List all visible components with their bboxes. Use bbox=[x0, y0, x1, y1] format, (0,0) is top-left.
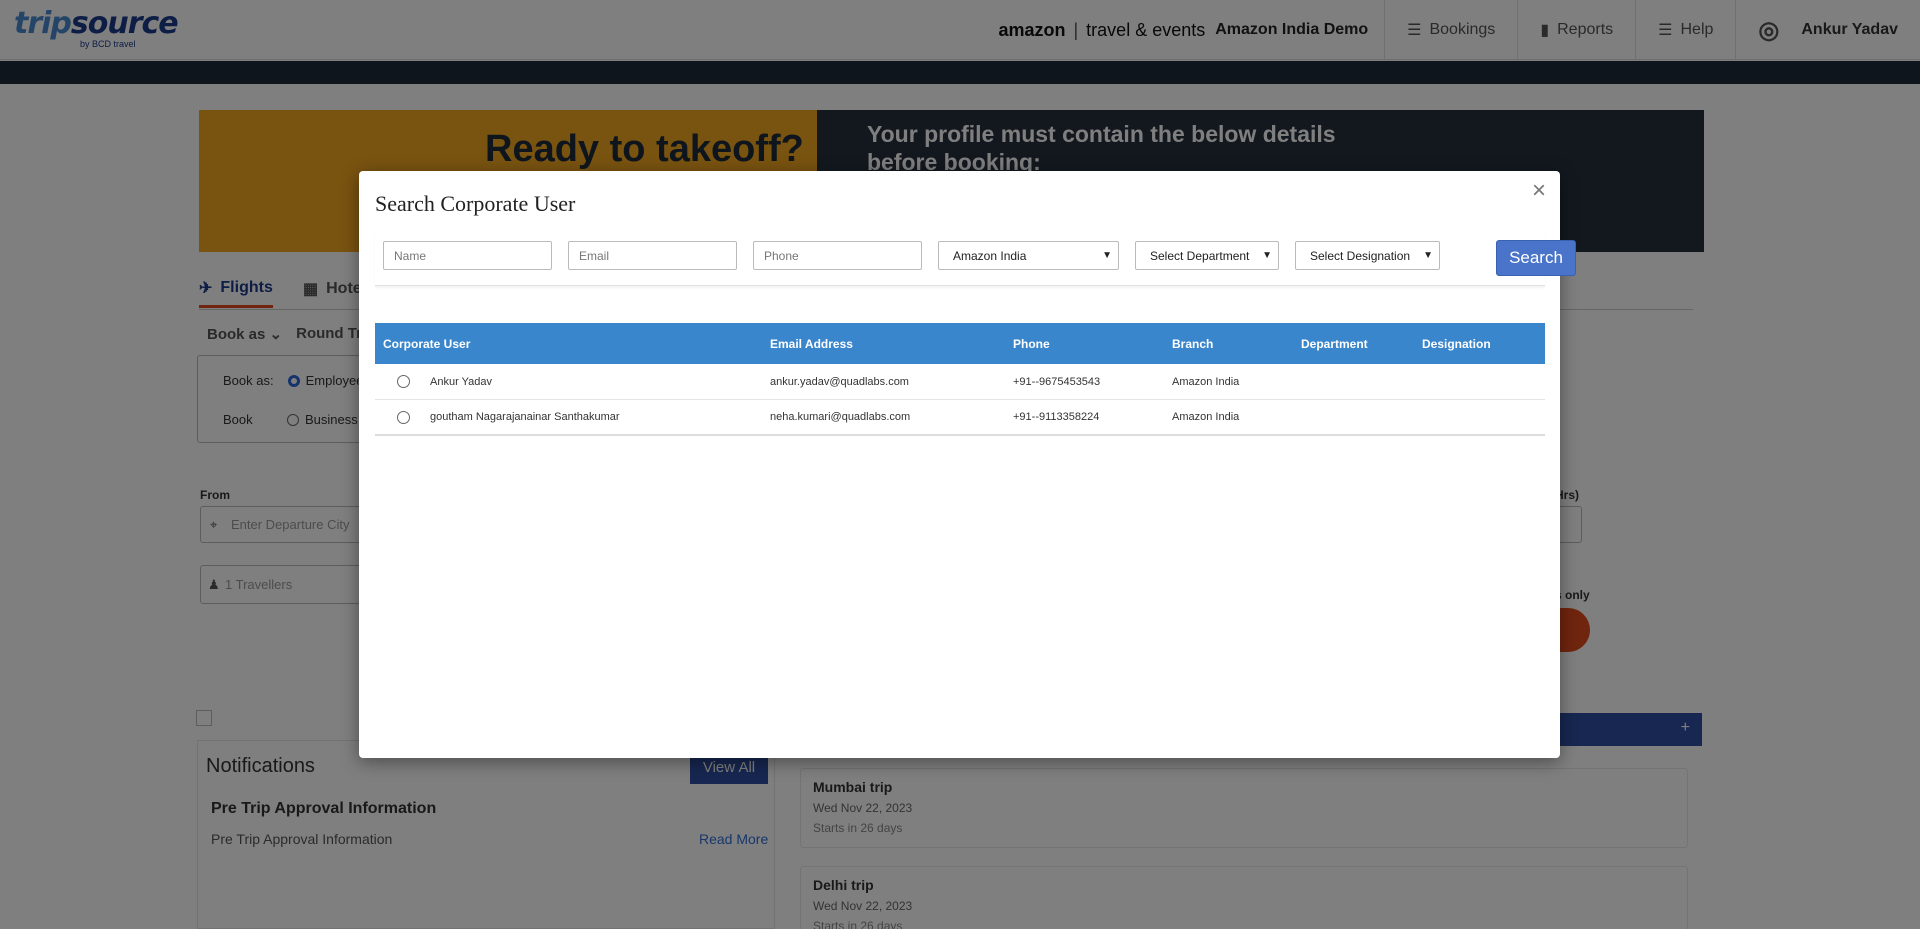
email-cell: ankur.yadav@quadlabs.com bbox=[770, 375, 909, 388]
name-input[interactable] bbox=[383, 241, 552, 270]
filter-row: Amazon India ▼ Select Department ▼ Selec… bbox=[375, 231, 1576, 286]
users-table: Corporate User Email Address Phone Branc… bbox=[375, 323, 1545, 436]
designation-select-value: Select Designation bbox=[1310, 248, 1411, 263]
column-email: Email Address bbox=[770, 336, 853, 351]
select-user-radio[interactable] bbox=[397, 410, 410, 424]
column-branch: Branch bbox=[1172, 336, 1214, 351]
user-cell: Ankur Yadav bbox=[375, 375, 764, 388]
branch-select[interactable]: Amazon India ▼ bbox=[938, 241, 1119, 270]
close-icon[interactable]: × bbox=[1532, 179, 1546, 203]
department-select[interactable]: Select Department ▼ bbox=[1135, 241, 1279, 270]
modal-title: Search Corporate User bbox=[375, 191, 576, 216]
email-input[interactable] bbox=[568, 241, 737, 270]
designation-select[interactable]: Select Designation ▼ bbox=[1295, 241, 1440, 270]
user-cell: goutham Nagarajanainar Santhakumar bbox=[375, 410, 764, 424]
column-phone: Phone bbox=[1013, 336, 1050, 351]
table-row[interactable]: goutham Nagarajanainar Santhakumar neha.… bbox=[375, 400, 1545, 436]
phone-cell: +91--9113358224 bbox=[1013, 411, 1100, 423]
table-header: Corporate User Email Address Phone Branc… bbox=[375, 323, 1545, 364]
chevron-down-icon: ▼ bbox=[1102, 250, 1112, 261]
chevron-down-icon: ▼ bbox=[1262, 250, 1272, 261]
user-name-cell: goutham Nagarajanainar Santhakumar bbox=[430, 411, 620, 423]
chevron-down-icon: ▼ bbox=[1423, 250, 1433, 261]
branch-cell: Amazon India bbox=[1172, 375, 1240, 388]
column-department: Department bbox=[1301, 336, 1368, 351]
column-corporate-user: Corporate User bbox=[383, 336, 471, 351]
phone-cell: +91--9675453543 bbox=[1013, 375, 1101, 388]
select-user-radio[interactable] bbox=[397, 375, 410, 388]
search-button[interactable]: Search bbox=[1496, 240, 1576, 276]
phone-input[interactable] bbox=[753, 241, 922, 270]
department-select-value: Select Department bbox=[1150, 248, 1250, 263]
email-cell: neha.kumari@quadlabs.com bbox=[770, 411, 911, 423]
table-row[interactable]: Ankur Yadav ankur.yadav@quadlabs.com +91… bbox=[375, 364, 1545, 400]
branch-select-value: Amazon India bbox=[953, 248, 1027, 263]
user-name-cell: Ankur Yadav bbox=[430, 375, 492, 388]
branch-cell: Amazon India bbox=[1172, 411, 1240, 423]
column-designation: Designation bbox=[1422, 336, 1491, 351]
search-corporate-user-modal: Search Corporate User × Amazon India ▼ S… bbox=[359, 171, 1576, 758]
